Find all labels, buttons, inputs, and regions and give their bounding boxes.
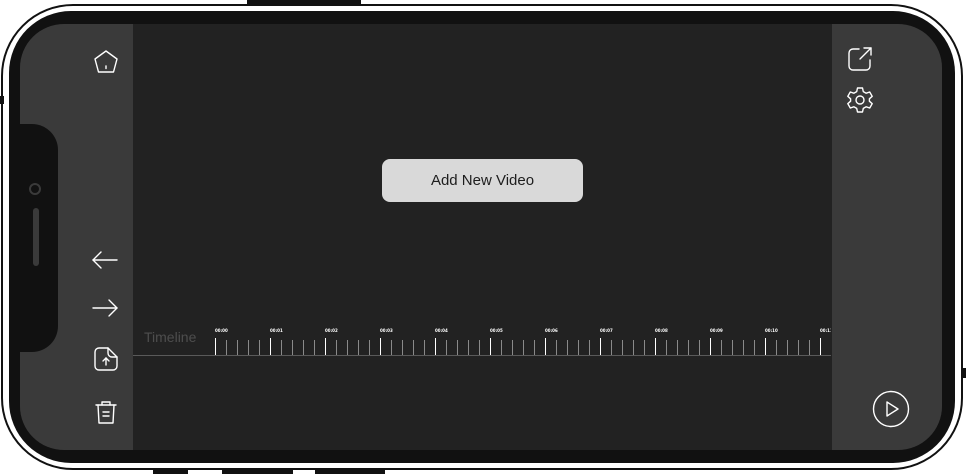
timeline-major-tick bbox=[765, 338, 766, 355]
front-camera bbox=[29, 183, 41, 195]
timeline-major-tick bbox=[380, 338, 381, 355]
timeline-minor-tick bbox=[248, 340, 249, 355]
timeline-minor-tick bbox=[413, 340, 414, 355]
side-button-bottom-2 bbox=[222, 470, 293, 474]
timeline-major-tick bbox=[710, 338, 711, 355]
timeline-tick-label: 00:03 bbox=[380, 328, 393, 333]
arrow-right-icon[interactable] bbox=[90, 293, 120, 323]
timeline-minor-tick bbox=[732, 340, 733, 355]
timeline-minor-tick bbox=[721, 340, 722, 355]
timeline-major-tick bbox=[600, 338, 601, 355]
timeline-minor-tick bbox=[501, 340, 502, 355]
timeline-major-tick bbox=[490, 338, 491, 355]
timeline-major-tick bbox=[655, 338, 656, 355]
timeline-minor-tick bbox=[688, 340, 689, 355]
timeline-minor-tick bbox=[303, 340, 304, 355]
side-button-bottom-1 bbox=[153, 470, 188, 474]
side-button-bottom-3 bbox=[315, 470, 385, 474]
timeline-minor-tick bbox=[798, 340, 799, 355]
timeline-tick-label: 00:00 bbox=[215, 328, 228, 333]
timeline-minor-tick bbox=[567, 340, 568, 355]
timeline-minor-tick bbox=[468, 340, 469, 355]
timeline-minor-tick bbox=[666, 340, 667, 355]
app-screen bbox=[20, 24, 942, 450]
timeline-minor-tick bbox=[578, 340, 579, 355]
timeline-minor-tick bbox=[534, 340, 535, 355]
arrow-left-icon[interactable] bbox=[90, 245, 120, 275]
timeline-minor-tick bbox=[677, 340, 678, 355]
timeline-minor-tick bbox=[754, 340, 755, 355]
timeline-minor-tick bbox=[237, 340, 238, 355]
timeline-tick-label: 00:07 bbox=[600, 328, 613, 333]
timeline-minor-tick bbox=[743, 340, 744, 355]
timeline-minor-tick bbox=[347, 340, 348, 355]
timeline-minor-tick bbox=[292, 340, 293, 355]
timeline-major-tick bbox=[270, 338, 271, 355]
timeline-major-tick bbox=[820, 338, 821, 355]
timeline-minor-tick bbox=[358, 340, 359, 355]
timeline-minor-tick bbox=[479, 340, 480, 355]
timeline-track[interactable]: 00:00 00:01 00:02 00:03 00:04 00:05 00:06 00:07… bbox=[133, 320, 831, 360]
trash-icon[interactable] bbox=[91, 397, 121, 427]
timeline-tick-label: 00:05 bbox=[490, 328, 503, 333]
timeline-minor-tick bbox=[611, 340, 612, 355]
timeline-minor-tick bbox=[622, 340, 623, 355]
timeline-major-tick bbox=[325, 338, 326, 355]
home-icon[interactable] bbox=[91, 47, 121, 77]
timeline-minor-tick bbox=[424, 340, 425, 355]
timeline-minor-tick bbox=[457, 340, 458, 355]
timeline-tick-label: 00:10 bbox=[765, 328, 778, 333]
timeline-minor-tick bbox=[644, 340, 645, 355]
side-button-right bbox=[962, 368, 966, 378]
timeline-tick-label: 00:09 bbox=[710, 328, 723, 333]
timeline-minor-tick bbox=[402, 340, 403, 355]
timeline-minor-tick bbox=[523, 340, 524, 355]
timeline-tick-label: 00:06 bbox=[545, 328, 558, 333]
timeline-minor-tick bbox=[281, 340, 282, 355]
timeline-minor-tick bbox=[512, 340, 513, 355]
timeline-minor-tick bbox=[369, 340, 370, 355]
timeline-minor-tick bbox=[259, 340, 260, 355]
timeline-tick-label: 00:04 bbox=[435, 328, 448, 333]
share-external-icon[interactable] bbox=[845, 44, 875, 74]
timeline-minor-tick bbox=[556, 340, 557, 355]
volume-button-top bbox=[247, 0, 361, 4]
timeline-minor-tick bbox=[809, 340, 810, 355]
play-circle-icon[interactable] bbox=[872, 390, 910, 428]
upload-file-icon[interactable] bbox=[91, 344, 121, 374]
add-new-video-button[interactable]: Add New Video bbox=[382, 159, 583, 202]
timeline-minor-tick bbox=[336, 340, 337, 355]
timeline-major-tick bbox=[215, 338, 216, 355]
timeline-major-tick bbox=[545, 338, 546, 355]
timeline-minor-tick bbox=[787, 340, 788, 355]
timeline-minor-tick bbox=[391, 340, 392, 355]
camera-notch bbox=[20, 124, 58, 352]
timeline-tick-label: 00:02 bbox=[325, 328, 338, 333]
timeline-minor-tick bbox=[776, 340, 777, 355]
timeline-major-tick bbox=[435, 338, 436, 355]
timeline-tick-label: 00:08 bbox=[655, 328, 668, 333]
timeline-minor-tick bbox=[699, 340, 700, 355]
timeline-minor-tick bbox=[589, 340, 590, 355]
timeline-minor-tick bbox=[226, 340, 227, 355]
speaker-grille bbox=[33, 208, 39, 266]
timeline-minor-tick bbox=[633, 340, 634, 355]
timeline-minor-tick bbox=[314, 340, 315, 355]
timeline-tick-label: 00:01 bbox=[270, 328, 283, 333]
gear-icon[interactable] bbox=[845, 85, 875, 115]
timeline-tick-label: 00:11 bbox=[820, 328, 831, 333]
timeline-minor-tick bbox=[446, 340, 447, 355]
side-button-left bbox=[0, 96, 4, 104]
